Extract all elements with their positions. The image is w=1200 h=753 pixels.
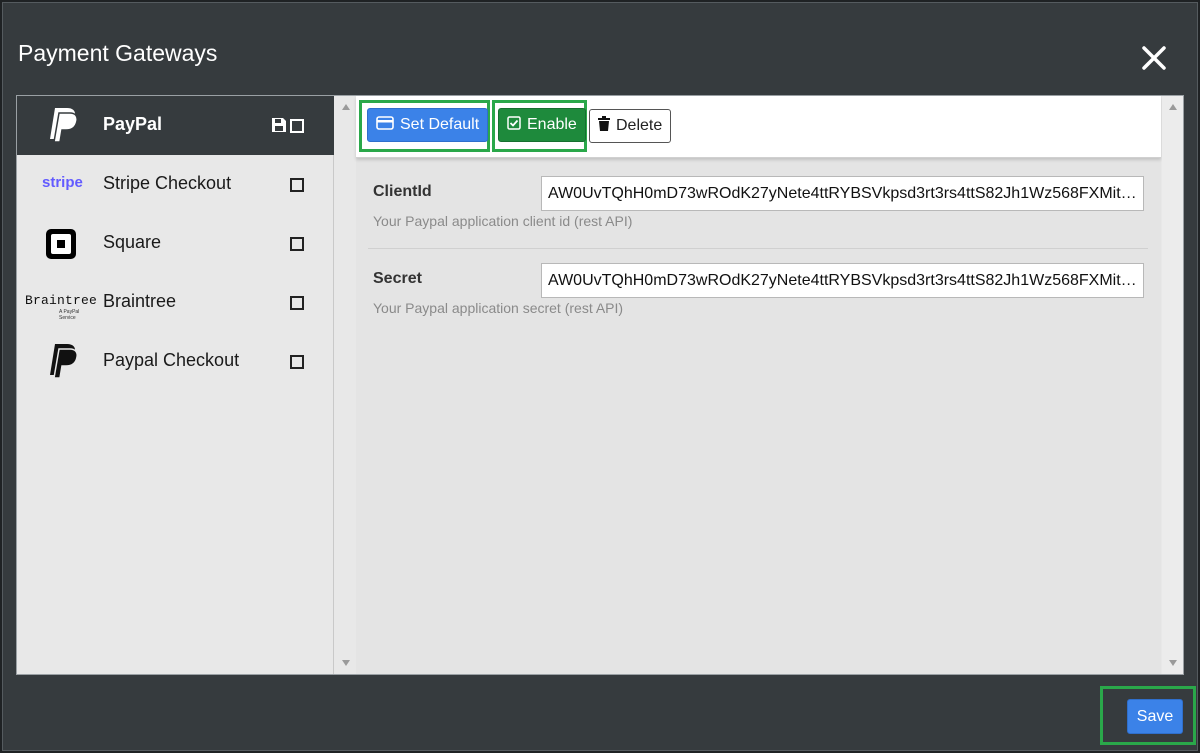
checkbox-checked-icon <box>507 115 521 135</box>
gateway-checkbox[interactable] <box>290 296 304 310</box>
secret-field[interactable]: AW0UvTQhH0mD73wROdK27yNete4ttRYBSVkpsd3r… <box>541 263 1144 298</box>
client-id-label: ClientId <box>373 183 432 200</box>
gateway-toolbar: Set Default Enable Delete <box>356 96 1161 158</box>
scroll-down-icon[interactable] <box>342 660 350 666</box>
gateway-label: Paypal Checkout <box>103 350 240 370</box>
gateway-item-square[interactable]: Square <box>17 214 334 273</box>
trash-icon <box>598 116 610 136</box>
delete-button[interactable]: Delete <box>589 109 672 143</box>
braintree-logo: Braintree A PayPal Service <box>25 281 97 325</box>
client-id-field[interactable]: AW0UvTQhH0mD73wROdK27yNete4ttRYBSVkpsd3r… <box>541 176 1144 211</box>
gateway-checkbox[interactable] <box>290 178 304 192</box>
gateway-item-paypal-checkout[interactable]: Paypal Checkout <box>17 332 334 391</box>
delete-label: Delete <box>616 117 663 134</box>
set-default-button[interactable]: Set Default <box>367 108 489 142</box>
gateway-label: Stripe Checkout <box>103 173 232 193</box>
scroll-up-icon[interactable] <box>342 104 350 110</box>
gateway-checkbox[interactable] <box>290 119 304 133</box>
content-scrollbar[interactable] <box>1162 96 1183 674</box>
stripe-logo-text: stripe <box>42 174 83 191</box>
credit-card-icon <box>376 115 394 135</box>
gateway-item-braintree[interactable]: Braintree A PayPal Service Braintree <box>17 273 334 332</box>
gateway-item-paypal[interactable]: PayPal <box>17 96 334 155</box>
set-default-label: Set Default <box>400 116 480 133</box>
secret-label: Secret <box>373 270 422 287</box>
scroll-down-icon[interactable] <box>1169 660 1177 666</box>
dialog-title: Payment Gateways <box>18 40 218 66</box>
gateway-settings: Set Default Enable Delete ClientId AW0Uv… <box>356 96 1161 674</box>
close-icon[interactable] <box>1141 45 1167 71</box>
gateway-item-stripe[interactable]: stripe Stripe Checkout <box>17 155 334 214</box>
paypal-logo <box>25 340 97 384</box>
square-logo <box>25 222 97 266</box>
save-icon[interactable] <box>271 117 287 133</box>
secret-help: Your Paypal application secret (rest API… <box>373 300 624 316</box>
stripe-logo: stripe <box>25 163 97 207</box>
gateway-label: PayPal <box>103 114 163 134</box>
divider <box>368 248 1148 249</box>
enable-button[interactable]: Enable <box>498 108 586 142</box>
gateway-label: Braintree <box>103 291 177 311</box>
gateway-list: PayPal stripe Stripe Checkout Square Bra… <box>17 96 334 674</box>
braintree-logo-subtext: A PayPal Service <box>59 309 80 321</box>
gateways-panel: PayPal stripe Stripe Checkout Square Bra… <box>16 95 1184 675</box>
scroll-up-icon[interactable] <box>1169 104 1177 110</box>
paypal-logo <box>25 104 97 148</box>
sidebar-scrollbar[interactable] <box>337 96 355 674</box>
enable-label: Enable <box>527 116 577 133</box>
gateway-checkbox[interactable] <box>290 237 304 251</box>
save-button[interactable]: Save <box>1127 699 1183 734</box>
gateway-label: Square <box>103 232 162 252</box>
client-id-help: Your Paypal application client id (rest … <box>373 213 633 229</box>
braintree-logo-text: Braintree <box>25 293 98 308</box>
gateway-checkbox[interactable] <box>290 355 304 369</box>
